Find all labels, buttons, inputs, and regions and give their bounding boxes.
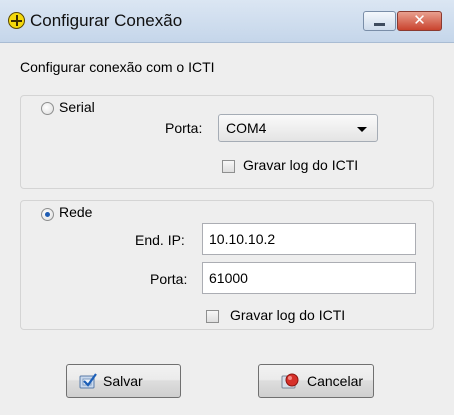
close-button[interactable]: ✕ (397, 11, 442, 31)
cancel-button-label: Cancelar (307, 373, 364, 389)
rede-port-input[interactable] (202, 262, 416, 294)
window-title: Configurar Conexão (30, 11, 183, 30)
title-bar: Configurar Conexão ✕ (0, 0, 454, 43)
save-button-label: Salvar (103, 373, 143, 389)
save-check-icon (79, 373, 97, 389)
minimize-button[interactable] (363, 11, 396, 31)
serial-radio-label: Serial (59, 99, 95, 115)
serial-porta-label: Porta: (165, 120, 203, 136)
dropdown-arrow-icon (357, 127, 367, 132)
serial-log-checkbox[interactable] (222, 160, 235, 173)
save-button[interactable]: Salvar (66, 364, 181, 398)
cancel-button[interactable]: Cancelar (258, 364, 374, 398)
app-plus-icon (8, 12, 25, 29)
ip-label: End. IP: (135, 232, 185, 248)
cancel-icon (281, 373, 299, 389)
rede-porta-label: Porta: (150, 271, 188, 287)
ip-input[interactable] (202, 223, 416, 255)
serial-log-label: Gravar log do ICTI (243, 157, 359, 173)
rede-radio[interactable] (41, 208, 54, 221)
serial-port-select[interactable]: COM4 (218, 114, 378, 142)
serial-port-value: COM4 (226, 120, 267, 136)
rede-log-checkbox[interactable] (206, 310, 219, 323)
serial-radio[interactable] (41, 102, 54, 115)
rede-log-label: Gravar log do ICTI (230, 307, 346, 323)
rede-radio-label: Rede (59, 204, 93, 220)
dialog-subtitle: Configurar conexão com o ICTI (20, 59, 215, 75)
